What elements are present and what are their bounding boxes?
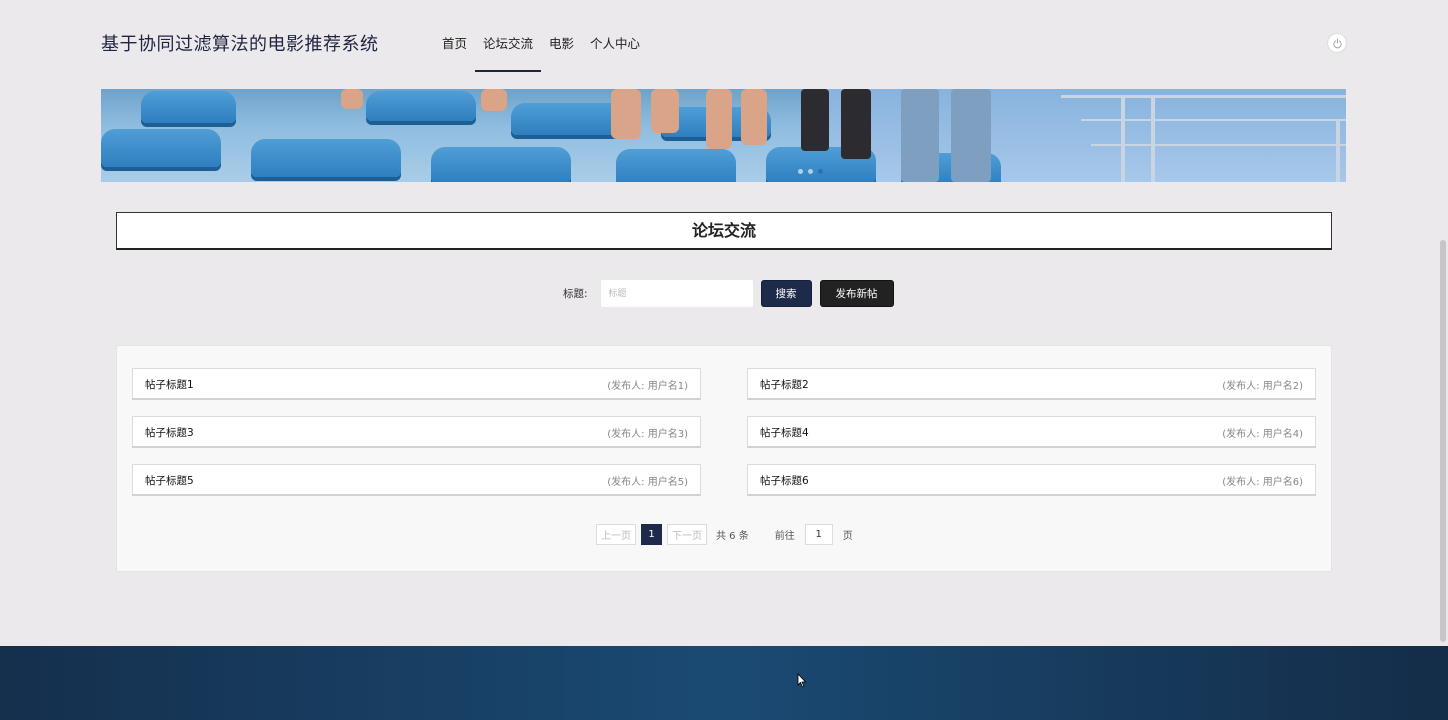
nav-personal-center[interactable]: 个人中心 <box>582 0 648 72</box>
post-item[interactable]: 帖子标题6 (发布人: 用户名6) <box>747 464 1316 496</box>
logout-button[interactable] <box>1327 33 1347 53</box>
banner-person <box>801 89 829 151</box>
banner-seat <box>366 91 476 121</box>
banner-rail <box>1121 95 1125 182</box>
banner-person <box>481 89 507 111</box>
search-button[interactable]: 搜索 <box>760 280 812 307</box>
banner-seat <box>511 103 626 135</box>
post-title: 帖子标题1 <box>145 379 194 391</box>
mouse-cursor-icon <box>797 673 807 688</box>
post-author: (发布人: 用户名6) <box>1222 477 1303 488</box>
banner-person <box>741 89 767 145</box>
total-count: 共 6 条 <box>716 531 749 542</box>
banner-seat <box>251 139 401 177</box>
banner-person <box>611 89 641 139</box>
page-number-current[interactable]: 1 <box>641 524 662 545</box>
post-title: 帖子标题6 <box>760 475 809 487</box>
prev-page-button[interactable]: 上一页 <box>596 524 636 545</box>
banner-carousel[interactable] <box>101 89 1346 182</box>
search-bar: 标题: 搜索 发布新帖 <box>563 280 894 307</box>
banner-seat <box>101 129 221 167</box>
search-label: 标题: <box>563 288 588 300</box>
banner-person <box>706 89 732 149</box>
carousel-dot[interactable] <box>808 169 813 174</box>
pagination: 上一页 1 下一页 共 6 条 前往 页 <box>596 524 853 545</box>
banner-seat <box>431 147 571 182</box>
site-title: 基于协同过滤算法的电影推荐系统 <box>101 34 379 55</box>
post-title: 帖子标题3 <box>145 427 194 439</box>
banner-rail <box>1061 95 1346 98</box>
post-item[interactable]: 帖子标题4 (发布人: 用户名4) <box>747 416 1316 448</box>
scrollbar[interactable] <box>1440 240 1446 642</box>
next-page-button[interactable]: 下一页 <box>667 524 707 545</box>
new-post-button[interactable]: 发布新帖 <box>819 280 894 307</box>
carousel-dot-active[interactable] <box>818 169 823 174</box>
post-item[interactable]: 帖子标题1 (发布人: 用户名1) <box>132 368 701 400</box>
post-author: (发布人: 用户名3) <box>607 429 688 440</box>
banner-seat <box>141 91 236 123</box>
main-nav: 首页 论坛交流 电影 个人中心 <box>434 0 648 72</box>
banner-person <box>651 89 679 133</box>
banner-rail <box>1091 144 1346 146</box>
footer <box>0 646 1448 720</box>
post-item[interactable]: 帖子标题5 (发布人: 用户名5) <box>132 464 701 496</box>
banner-person <box>951 89 991 182</box>
banner-person <box>341 89 363 109</box>
post-title: 帖子标题4 <box>760 427 809 439</box>
nav-home[interactable]: 首页 <box>434 0 475 72</box>
goto-label: 前往 <box>774 531 795 542</box>
nav-forum[interactable]: 论坛交流 <box>475 0 542 72</box>
banner-rail <box>1336 119 1340 182</box>
goto-page-input[interactable] <box>804 524 833 545</box>
nav-movies[interactable]: 电影 <box>541 0 582 72</box>
post-author: (发布人: 用户名2) <box>1222 381 1303 392</box>
post-author: (发布人: 用户名5) <box>607 477 688 488</box>
page-title: 论坛交流 <box>116 212 1332 250</box>
post-author: (发布人: 用户名1) <box>607 381 688 392</box>
carousel-dot[interactable] <box>798 169 803 174</box>
banner-rail <box>1151 95 1155 182</box>
post-title: 帖子标题5 <box>145 475 194 487</box>
post-item[interactable]: 帖子标题2 (发布人: 用户名2) <box>747 368 1316 400</box>
post-item[interactable]: 帖子标题3 (发布人: 用户名3) <box>132 416 701 448</box>
banner-seat <box>616 149 736 182</box>
banner-person <box>841 89 871 159</box>
post-title: 帖子标题2 <box>760 379 809 391</box>
header: 基于协同过滤算法的电影推荐系统 首页 论坛交流 电影 个人中心 <box>0 0 1448 88</box>
search-input[interactable] <box>600 280 753 307</box>
power-icon <box>1332 38 1342 48</box>
banner-person <box>901 89 939 182</box>
carousel-indicators <box>798 169 823 174</box>
post-author: (发布人: 用户名4) <box>1222 429 1303 440</box>
page-suffix: 页 <box>842 531 853 542</box>
